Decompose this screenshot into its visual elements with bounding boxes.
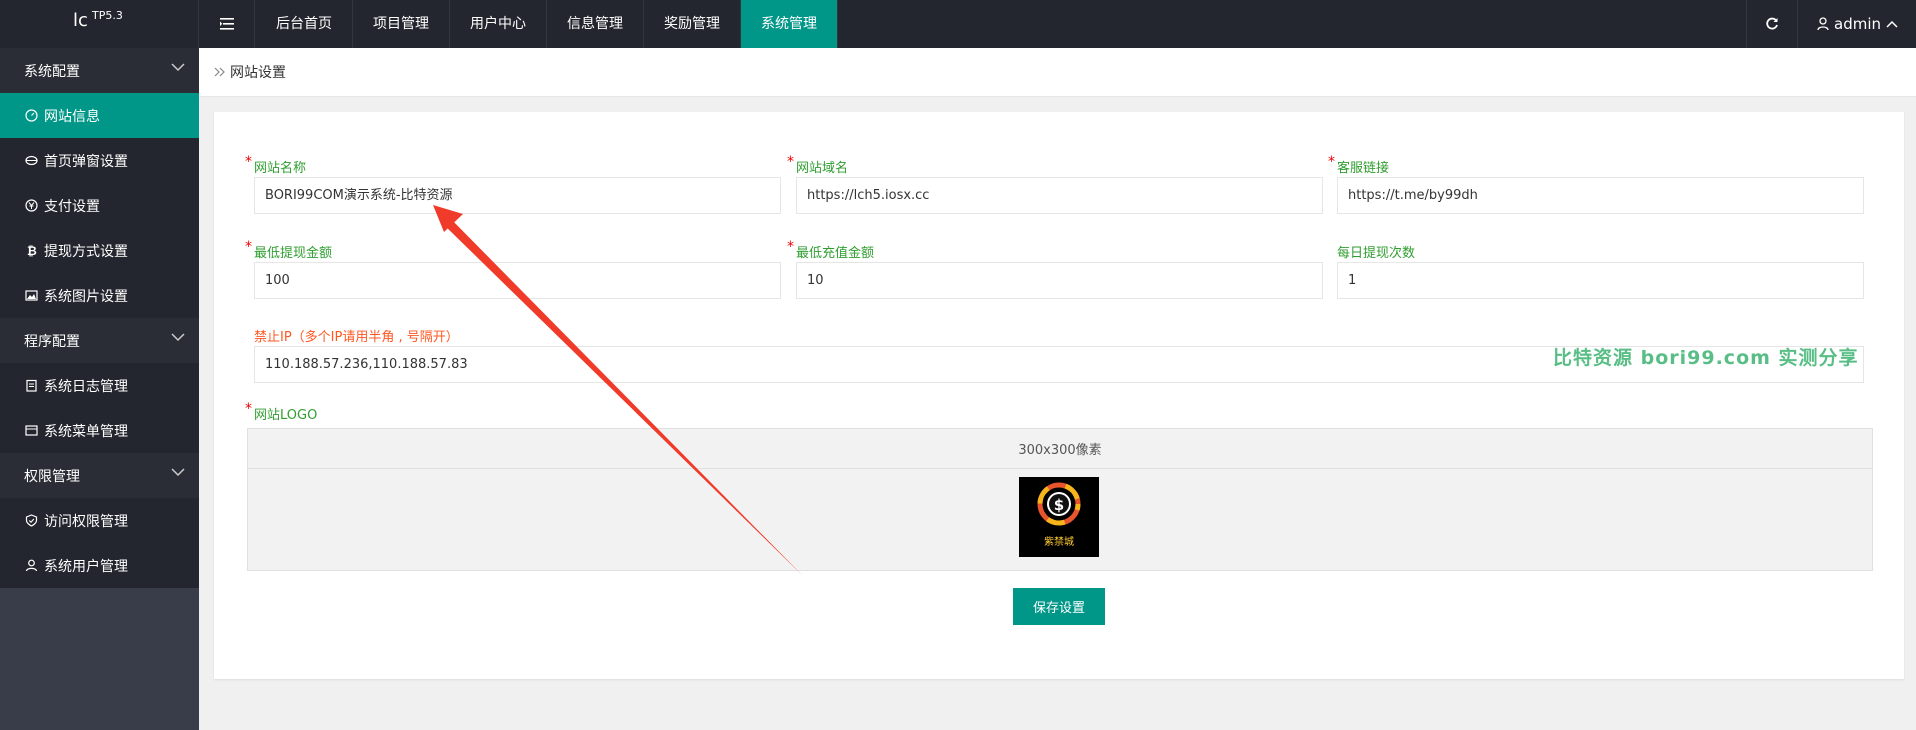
clipboard-icon <box>26 379 37 392</box>
logo-main-text: lc <box>73 10 88 31</box>
sidebar-item-label: 访问权限管理 <box>44 513 128 530</box>
min-withdraw-label: * 最低提现金额 <box>245 239 333 261</box>
svg-text:₿: ₿ <box>27 244 37 257</box>
svg-text:$: $ <box>1054 496 1064 514</box>
user-name: admin <box>1834 15 1881 33</box>
dollar-coin-icon: $ <box>1037 482 1081 526</box>
logo-size-hint: 300x300像素 <box>248 429 1872 469</box>
sidebar-toggle-button[interactable] <box>199 0 255 48</box>
daily-withdraw-label: 每日提现次数 <box>1337 242 1415 261</box>
sidebar-group-program-config[interactable]: 程序配置 <box>0 318 199 363</box>
logo-version-text: TP5.3 <box>92 9 123 22</box>
top-header: lc TP5.3 后台首页 项目管理 用户中心 信息管理 奖励管理 系统管理 a… <box>0 0 1916 48</box>
daily-withdraw-field[interactable]: 1 <box>1337 262 1864 299</box>
yen-icon <box>25 199 38 212</box>
required-star: * <box>787 154 794 170</box>
logo-upload-area[interactable]: 300x300像素 $ 紫禁城 <box>247 428 1873 571</box>
breadcrumb: 网站设置 <box>199 48 1916 97</box>
nav-item-system[interactable]: 系统管理 <box>741 0 838 48</box>
sidebar-item-label: 支付设置 <box>44 198 100 215</box>
chevron-down-icon <box>171 468 185 477</box>
sidebar-item-system-menu[interactable]: 系统菜单管理 <box>0 408 199 453</box>
min-withdraw-field[interactable]: 100 <box>254 262 781 299</box>
sidebar-group-label: 权限管理 <box>24 468 80 485</box>
site-domain-label: * 网站域名 <box>787 154 849 176</box>
nav-item-info[interactable]: 信息管理 <box>547 0 644 48</box>
sidebar-item-system-images[interactable]: 系统图片设置 <box>0 273 199 318</box>
required-star: * <box>245 239 252 255</box>
user-icon <box>1817 17 1829 31</box>
label-text: 网站域名 <box>796 161 849 176</box>
shield-icon <box>25 514 38 527</box>
required-star: * <box>1328 154 1335 170</box>
required-star: * <box>787 239 794 255</box>
bitcoin-icon: ₿ <box>27 244 37 257</box>
sidebar-item-label: 系统图片设置 <box>44 288 128 305</box>
sidebar-item-system-users[interactable]: 系统用户管理 <box>0 543 199 588</box>
refresh-button[interactable] <box>1746 0 1798 48</box>
top-nav: 后台首页 项目管理 用户中心 信息管理 奖励管理 系统管理 <box>256 0 838 48</box>
save-button[interactable]: 保存设置 <box>1013 588 1105 625</box>
label-text: 每日提现次数 <box>1337 246 1416 261</box>
site-logo-label: * 网站LOGO <box>245 401 318 423</box>
site-domain-field[interactable]: https://lch5.iosx.cc <box>796 177 1323 214</box>
sidebar: 系统配置 网站信息 首页弹窗设置 支付设置 ₿ 提现方式设置 系统图片设置 程序… <box>0 48 199 730</box>
site-name-field[interactable]: BORI99COM演示系统-比特资源 <box>254 177 781 214</box>
sidebar-group-label: 系统配置 <box>24 63 80 80</box>
sidebar-item-payment[interactable]: 支付设置 <box>0 183 199 228</box>
chevron-down-icon <box>171 333 185 342</box>
min-recharge-field[interactable]: 10 <box>796 262 1323 299</box>
sidebar-item-access-permissions[interactable]: 访问权限管理 <box>0 498 199 543</box>
sidebar-item-withdraw-method[interactable]: ₿ 提现方式设置 <box>0 228 199 273</box>
sidebar-group-system-config[interactable]: 系统配置 <box>0 48 199 93</box>
sidebar-item-label: 系统用户管理 <box>44 558 128 575</box>
double-chevron-right-icon <box>214 67 225 77</box>
dashboard-icon <box>25 109 38 122</box>
user-icon <box>25 559 38 572</box>
sidebar-item-label: 提现方式设置 <box>44 243 128 260</box>
nav-item-projects[interactable]: 项目管理 <box>353 0 450 48</box>
sidebar-item-label: 首页弹窗设置 <box>44 153 128 170</box>
required-star: * <box>245 154 252 170</box>
logo-brand-text: 紫禁城 <box>1044 537 1074 548</box>
watermark-text: 比特资源 bori99.com 实测分享 <box>1553 347 1859 369</box>
sidebar-item-site-info[interactable]: 网站信息 <box>0 93 199 138</box>
app-logo: lc TP5.3 <box>0 0 199 48</box>
nav-item-users[interactable]: 用户中心 <box>450 0 547 48</box>
service-link-label: * 客服链接 <box>1328 154 1390 176</box>
chevron-down-icon <box>171 63 185 72</box>
label-text: 网站名称 <box>254 161 307 176</box>
label-text: 网站LOGO <box>254 408 318 423</box>
sidebar-item-label: 系统日志管理 <box>44 378 128 395</box>
image-icon <box>25 290 38 301</box>
user-menu[interactable]: admin <box>1799 0 1916 48</box>
menu-collapse-icon <box>219 18 234 30</box>
label-text: 最低充值金额 <box>796 246 875 261</box>
min-recharge-label: * 最低充值金额 <box>787 239 875 261</box>
layers-icon <box>25 155 38 166</box>
sidebar-item-label: 系统菜单管理 <box>44 423 128 440</box>
refresh-icon <box>1766 17 1778 30</box>
nav-item-dashboard[interactable]: 后台首页 <box>256 0 353 48</box>
logo-preview-image[interactable]: $ 紫禁城 <box>1019 477 1099 557</box>
sidebar-group-permissions[interactable]: 权限管理 <box>0 453 199 498</box>
required-star: * <box>245 401 252 417</box>
sidebar-group-label: 程序配置 <box>24 333 80 350</box>
service-link-field[interactable]: https://t.me/by99dh <box>1337 177 1864 214</box>
sidebar-item-system-log[interactable]: 系统日志管理 <box>0 363 199 408</box>
label-text: 客服链接 <box>1337 161 1390 176</box>
nav-item-rewards[interactable]: 奖励管理 <box>644 0 741 48</box>
sidebar-item-label: 网站信息 <box>44 108 100 125</box>
chevron-up-icon <box>1886 20 1898 28</box>
site-name-label: * 网站名称 <box>245 154 307 176</box>
ban-ip-label: 禁止IP（多个IP请用半角 , 号隔开） <box>254 330 459 345</box>
sidebar-item-home-popup[interactable]: 首页弹窗设置 <box>0 138 199 183</box>
breadcrumb-current: 网站设置 <box>230 65 286 81</box>
table-icon <box>25 425 38 436</box>
label-text: 最低提现金额 <box>254 246 333 261</box>
